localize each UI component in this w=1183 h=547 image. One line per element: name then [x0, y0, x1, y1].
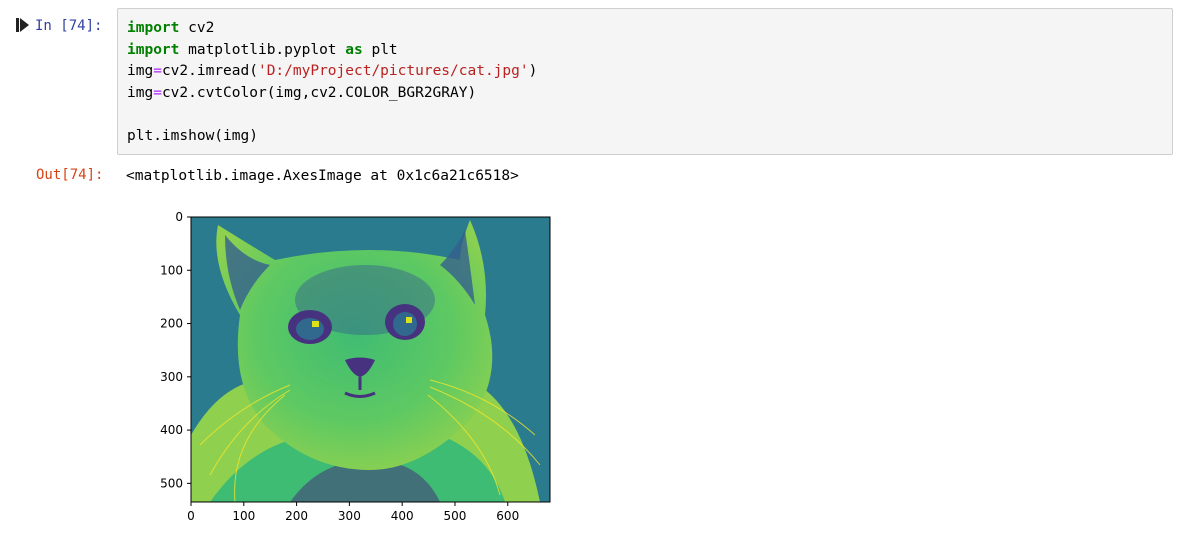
- x-tick-label: 300: [338, 509, 361, 523]
- imshow-plot: 0 100 200 300 400 500 600 0 100 200 300 400 500: [160, 210, 551, 523]
- x-tick-label: 600: [496, 509, 519, 523]
- y-tick-label: 0: [175, 210, 183, 224]
- x-tick-label: 500: [444, 509, 467, 523]
- code-token: ): [528, 63, 538, 80]
- y-axis: 0 100 200 300 400 500: [160, 210, 191, 490]
- code-line: import cv2: [127, 18, 537, 40]
- y-tick-label: 200: [160, 317, 183, 331]
- code-token: cv2: [179, 20, 215, 36]
- code-token: matplotlib.pyplot: [179, 41, 346, 58]
- y-tick-label: 400: [160, 423, 183, 437]
- y-tick-label: 300: [160, 370, 183, 384]
- code-line: img=cv2.imread('D:/myProject/pictures/ca…: [127, 61, 537, 83]
- code-line: img=cv2.cvtColor(img,cv2.COLOR_BGR2GRAY): [127, 83, 537, 105]
- code-token: =: [153, 63, 162, 80]
- code-token: img: [127, 63, 154, 80]
- code-token: =: [153, 85, 162, 102]
- y-tick-label: 500: [160, 476, 183, 490]
- code-token: as: [345, 41, 363, 58]
- code-cell-input[interactable]: import cv2 import matplotlib.pyplot as pl…: [117, 8, 1173, 155]
- code-token: 'D:/myProject/pictures/cat.jpg': [257, 63, 529, 80]
- code-line: import matplotlib.pyplot as plt: [127, 40, 537, 62]
- code-token: cv2.cvtColor(img,cv2.COLOR_BGR2GRAY): [161, 85, 477, 102]
- code-token: plt.imshow(img): [127, 128, 258, 145]
- x-tick-label: 400: [391, 509, 414, 523]
- x-tick-label: 0: [187, 509, 195, 523]
- y-tick-label: 100: [160, 263, 183, 277]
- x-tick-label: 200: [285, 509, 308, 523]
- code-token: import: [127, 20, 180, 36]
- code-token: cv2.imread(: [161, 63, 258, 80]
- code-token: import: [127, 41, 180, 58]
- input-prompt: In [74]:: [35, 18, 103, 34]
- run-cell-icon[interactable]: [16, 17, 30, 33]
- output-prompt: Out[74]:: [36, 167, 104, 183]
- cat-image: [191, 217, 550, 502]
- output-text: <matplotlib.image.AxesImage at 0x1c6a21c…: [126, 168, 519, 184]
- x-axis: 0 100 200 300 400 500 600: [187, 502, 519, 523]
- x-tick-label: 100: [232, 509, 255, 523]
- code-token: plt: [362, 41, 398, 58]
- code-token: img: [127, 85, 154, 102]
- code-line: plt.imshow(img): [127, 126, 537, 148]
- code-editor[interactable]: import cv2 import matplotlib.pyplot as pl…: [127, 18, 537, 148]
